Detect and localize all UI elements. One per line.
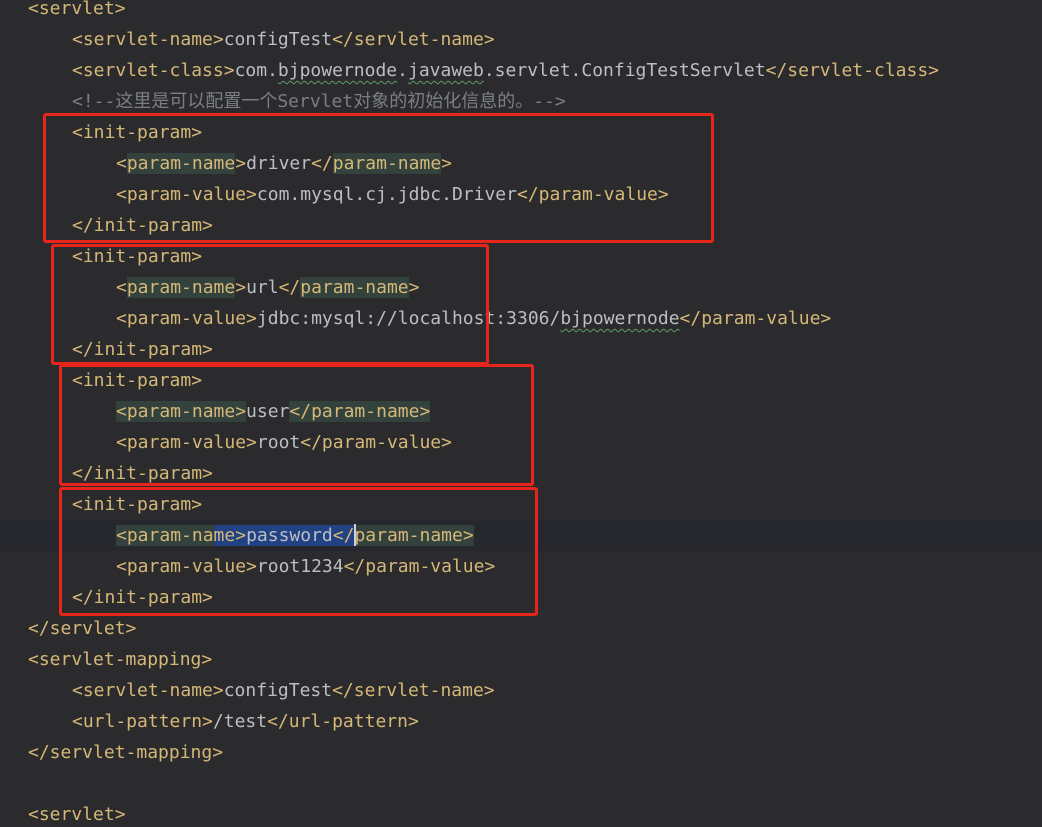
code-line[interactable]: <init-param>	[0, 117, 1042, 148]
init-param-open-tag: <init-param>	[72, 246, 203, 267]
code-line[interactable]: <param-name>url</param-name>	[0, 272, 1042, 303]
param-value-text: root1234	[256, 556, 344, 577]
selected-text: password	[246, 525, 333, 546]
selected-text: me	[213, 525, 236, 546]
xml-tag-bracket: <	[116, 277, 127, 298]
param-value-text: com.mysql.cj.jdbc.Driver	[256, 184, 517, 205]
servlet-class-value: .servlet.ConfigTestServlet	[483, 60, 766, 81]
spell-warning-word: javaweb	[407, 60, 484, 81]
param-name-value: driver	[246, 153, 312, 174]
init-param-close-tag: </init-param>	[72, 463, 213, 484]
xml-tag-bracket: </	[311, 153, 333, 174]
code-line[interactable]: </init-param>	[0, 210, 1042, 241]
init-param-open-tag: <init-param>	[72, 494, 203, 515]
xml-tag: <url-pattern>	[72, 711, 213, 732]
param-name-value: user	[246, 401, 290, 422]
init-param-open-tag: <init-param>	[72, 122, 203, 143]
xml-comment: <!--这里是可以配置一个Servlet对象的初始化信息的。-->	[72, 91, 566, 112]
code-line[interactable]: <param-name>driver</param-name>	[0, 148, 1042, 179]
param-name-tag-highlighted: <param-name>	[116, 401, 247, 422]
xml-tag: </param-value>	[679, 308, 832, 329]
xml-tag-bracket: </	[278, 277, 301, 298]
code-line[interactable]: <param-name>user</param-name>	[0, 396, 1042, 427]
servlet-class-value: .	[397, 60, 408, 81]
xml-tag: <param-value>	[116, 556, 257, 577]
code-line[interactable]: </servlet>	[0, 613, 1042, 644]
xml-tag: </servlet-class>	[765, 60, 939, 81]
code-line[interactable]: </init-param>	[0, 582, 1042, 613]
code-line[interactable]: <init-param>	[0, 365, 1042, 396]
xml-tag-bracket: >	[235, 277, 247, 298]
xml-tag-bracket: >	[235, 153, 247, 174]
code-line[interactable]: <servlet>	[0, 0, 1042, 24]
code-line[interactable]: <servlet-name>configTest</servlet-name>	[0, 675, 1042, 706]
selected-text: </	[332, 525, 355, 546]
param-name-value: url	[246, 277, 279, 298]
code-line[interactable]: <param-value>root1234</param-value>	[0, 551, 1042, 582]
code-editor[interactable]: <servlet> <servlet-name>configTest</serv…	[0, 0, 1042, 827]
xml-tag: <servlet-class>	[72, 60, 235, 81]
param-name-tag-highlighted: param-name	[332, 153, 442, 174]
init-param-close-tag: </init-param>	[72, 339, 213, 360]
param-name-tag-highlighted: param-na	[126, 525, 214, 546]
param-value-text: jdbc:mysql://localhost:3306/	[256, 308, 561, 329]
xml-tag: </servlet-name>	[332, 29, 495, 50]
spell-warning-word: bjpowernode	[560, 308, 680, 329]
selected-text: >	[235, 525, 247, 546]
code-line[interactable]: <servlet-mapping>	[0, 644, 1042, 675]
code-line[interactable]: <param-value>com.mysql.cj.jdbc.Driver</p…	[0, 179, 1042, 210]
servlet-mapping-open-tag: <servlet-mapping>	[28, 649, 213, 670]
xml-tag: <servlet-name>	[72, 29, 224, 50]
param-name-tag-highlighted: param-name	[126, 277, 236, 298]
init-param-open-tag: <init-param>	[72, 370, 203, 391]
code-line[interactable]: <init-param>	[0, 489, 1042, 520]
text-caret	[354, 524, 357, 546]
code-line[interactable]: </init-param>	[0, 458, 1042, 489]
servlet-name-value: configTest	[223, 29, 333, 50]
init-param-close-tag: </init-param>	[72, 587, 213, 608]
xml-tag-bracket: >	[462, 525, 474, 546]
param-name-tag-highlighted: param-name	[354, 525, 463, 546]
code-line[interactable]: <servlet-class>com.bjpowernode.javaweb.s…	[0, 55, 1042, 86]
servlet-mapping-close-tag: </servlet-mapping>	[28, 742, 224, 763]
code-line[interactable]: <url-pattern>/test</url-pattern>	[0, 706, 1042, 737]
servlet-close-tag: </servlet>	[28, 618, 137, 639]
param-name-tag-highlighted: </param-name>	[289, 401, 431, 422]
servlet-name-value: configTest	[223, 680, 333, 701]
code-line[interactable]: <init-param>	[0, 241, 1042, 272]
xml-tag: </param-value>	[343, 556, 496, 577]
code-line[interactable]: <!--这里是可以配置一个Servlet对象的初始化信息的。-->	[0, 86, 1042, 117]
servlet-open-tag: <servlet>	[28, 804, 126, 825]
param-value-text: root	[256, 432, 301, 453]
xml-tag: </param-value>	[516, 184, 669, 205]
code-line[interactable]: <servlet-name>configTest</servlet-name>	[0, 24, 1042, 55]
code-line[interactable]: </init-param>	[0, 334, 1042, 365]
xml-tag: </servlet-name>	[332, 680, 495, 701]
xml-tag: <param-value>	[116, 184, 257, 205]
spell-warning-word: bjpowernode	[277, 60, 398, 81]
xml-tag: <servlet-name>	[72, 680, 224, 701]
xml-tag: <param-value>	[116, 432, 257, 453]
code-line[interactable]: <servlet>	[0, 799, 1042, 827]
xml-tag-bracket: >	[441, 153, 452, 174]
code-line[interactable]: <param-value>root</param-value>	[0, 427, 1042, 458]
servlet-class-value: com.	[234, 60, 278, 81]
xml-tag-bracket: >	[408, 277, 420, 298]
xml-tag-bracket: <	[116, 525, 127, 546]
servlet-open-tag: <servlet>	[28, 0, 126, 19]
code-line-current[interactable]: <param-name>password</param-name>	[0, 520, 1042, 551]
init-param-close-tag: </init-param>	[72, 215, 213, 236]
code-line[interactable]: <param-value>jdbc:mysql://localhost:3306…	[0, 303, 1042, 334]
xml-tag-bracket: <	[116, 153, 127, 174]
xml-tag: <param-value>	[116, 308, 257, 329]
url-pattern-value: /test	[212, 711, 268, 732]
param-name-tag-highlighted: param-name	[300, 277, 409, 298]
param-name-tag-highlighted: param-name	[126, 153, 236, 174]
xml-tag: </url-pattern>	[267, 711, 419, 732]
xml-tag: </param-value>	[300, 432, 452, 453]
code-line[interactable]: </servlet-mapping>	[0, 737, 1042, 768]
